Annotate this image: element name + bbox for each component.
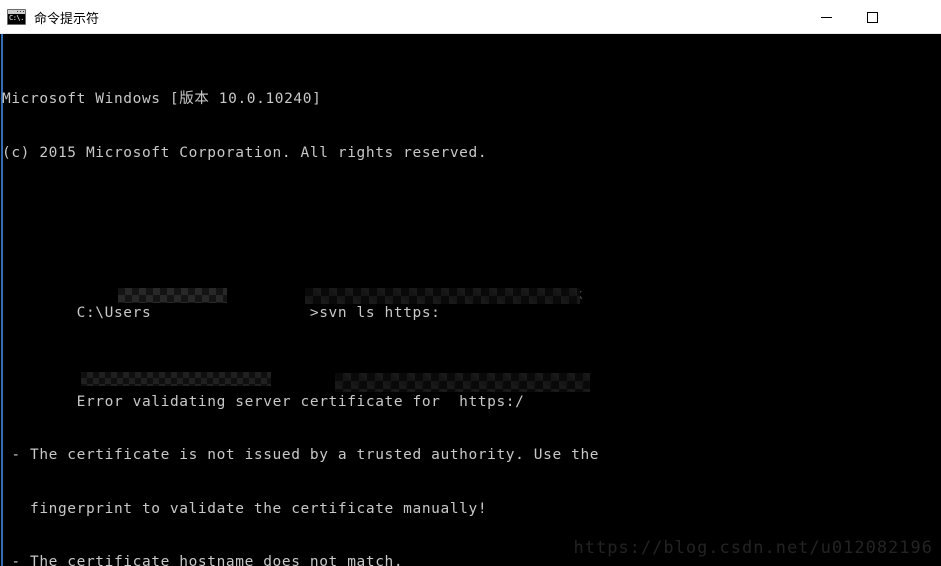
window-title: 命令提示符 — [34, 11, 100, 27]
icon-prompt-glyph: C:\. — [9, 14, 24, 22]
ghost-url-tail: vn/code/trunk — [462, 287, 584, 304]
console-text-buffer: Microsoft Windows [版本 10.0.10240] (c) 20… — [2, 38, 941, 566]
minimize-button[interactable] — [803, 0, 849, 34]
close-icon — [912, 11, 924, 23]
redaction-error-overlay — [81, 372, 271, 387]
icon-dot-1 — [17, 11, 18, 12]
error-text: Error validating server certificate for … — [76, 393, 525, 410]
prompt-path-prefix: C:\Users — [76, 304, 152, 321]
console-line: (c) 2015 Microsoft Corporation. All righ… — [2, 144, 488, 161]
icon-dot-3 — [23, 11, 24, 12]
redaction-repo-url-2 — [335, 373, 590, 393]
console-line-svn-command: C:\Users\ >svn ls https: vn/code/trunk — [2, 287, 941, 321]
minimize-icon — [820, 16, 832, 18]
console-line: Microsoft Windows [版本 10.0.10240] — [2, 91, 322, 108]
redaction-username-1 — [118, 288, 227, 304]
maximize-icon — [866, 11, 878, 23]
console-output-area[interactable]: Microsoft Windows [版本 10.0.10240] (c) 20… — [0, 34, 941, 566]
close-button[interactable] — [895, 0, 941, 34]
icon-dot-2 — [20, 11, 21, 12]
cmd-prompt-icon: C:\. — [7, 9, 26, 25]
console-line-error: Error validating server certificate for … — [2, 372, 941, 410]
blog-watermark: https://blog.csdn.net/u012082196 — [573, 538, 933, 558]
command-prompt-window: C:\. 命令提示符 Microsoft Windows [版本 10.0.10… — [0, 0, 941, 566]
window-controls — [803, 0, 941, 34]
titlebar-left-group: C:\. 命令提示符 — [7, 0, 99, 34]
window-titlebar[interactable]: C:\. 命令提示符 — [0, 0, 941, 34]
maximize-button[interactable] — [849, 0, 895, 34]
console-line: - The certificate is not issued by a tru… — [2, 447, 600, 464]
console-line: fingerprint to validate the certificate … — [2, 500, 488, 517]
svn-command-text: >svn ls https: — [309, 304, 441, 321]
